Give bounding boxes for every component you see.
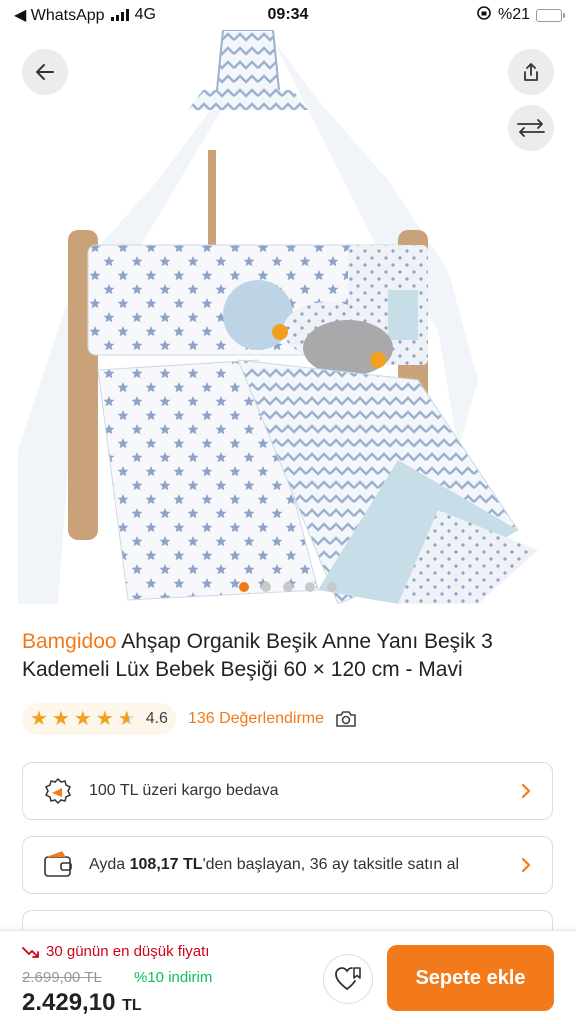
price-currency: TL (122, 997, 142, 1014)
chevron-right-icon (518, 783, 534, 799)
camera-icon[interactable] (334, 709, 358, 729)
review-count-link[interactable]: 136 Değerlendirme (188, 710, 324, 728)
gallery-dot[interactable] (327, 582, 337, 592)
star-icon: ★ (30, 708, 48, 730)
chevron-right-icon (518, 857, 534, 873)
rating-score: 4.6 (145, 710, 168, 727)
gallery-dot[interactable] (283, 582, 293, 592)
compare-button[interactable] (508, 105, 554, 151)
installment-amount: 108,17 TL (129, 856, 203, 873)
megaphone-icon (41, 774, 75, 808)
gallery-dot[interactable] (261, 582, 271, 592)
signal-icon (110, 9, 129, 21)
star-icon: ★ (51, 708, 70, 730)
back-to-app-link[interactable]: ◀ WhatsApp (14, 5, 105, 25)
share-button[interactable] (508, 49, 554, 95)
gallery-dot[interactable] (239, 582, 249, 592)
battery-percent: %21 (497, 6, 530, 23)
star-icon: ★ (73, 708, 92, 730)
trend-down-icon (22, 946, 39, 958)
half-star-icon: ★ (117, 708, 136, 730)
gallery-dot[interactable] (305, 582, 315, 592)
bottom-purchase-bar: 30 günün en düşük fiyatı 2.699,00 TL %10… (0, 930, 576, 1024)
lowest-price-badge: 30 günün en düşük fiyatı (22, 943, 209, 960)
price-value: 2.429,10 (22, 989, 116, 1016)
heart-bookmark-icon (335, 967, 361, 990)
installment-suffix: 'den başlayan, 36 ay taksitle satın al (202, 856, 460, 873)
old-price: 2.699,00 TL (22, 969, 102, 986)
free-shipping-card[interactable]: 100 TL üzeri kargo bedava (22, 762, 553, 820)
installment-card[interactable]: Ayda 108,17 TL'den başlayan, 36 ay taksi… (22, 836, 553, 894)
rating-pill[interactable]: ★ ★ ★ ★ ★ 4.6 (22, 703, 176, 735)
rating-row: ★ ★ ★ ★ ★ 4.6 136 Değerlendirme (22, 703, 358, 735)
lowest-price-label: 30 günün en düşük fiyatı (46, 943, 210, 960)
status-left: ◀ WhatsApp 4G (14, 5, 214, 25)
favorite-button[interactable] (323, 954, 373, 1004)
product-title: Bamgidoo Ahşap Organik Beşik Anne Yanı B… (22, 628, 552, 684)
battery-icon (536, 8, 565, 22)
star-icon: ★ (95, 708, 114, 730)
free-shipping-text: 100 TL üzeri kargo bedava (89, 782, 279, 799)
installment-prefix: Ayda (89, 856, 130, 873)
gallery-pagination[interactable] (18, 582, 558, 592)
status-right: %21 (362, 5, 565, 26)
wallet-icon (41, 848, 75, 882)
status-time: 09:34 (267, 6, 309, 23)
network-type: 4G (134, 6, 156, 23)
current-price: 2.429,10 TL (22, 989, 142, 1017)
brand-name[interactable]: Bamgidoo (22, 630, 117, 653)
status-bar: ◀ WhatsApp 4G 09:34 %21 (0, 0, 576, 30)
back-arrow-icon (36, 64, 54, 80)
back-button[interactable] (22, 49, 68, 95)
orientation-lock-icon (476, 5, 492, 26)
product-image (18, 30, 558, 604)
installment-text: Ayda 108,17 TL'den başlayan, 36 ay taksi… (89, 856, 518, 874)
product-image-gallery[interactable] (18, 30, 558, 604)
add-to-cart-button[interactable]: Sepete ekle (387, 945, 554, 1011)
compare-icon (517, 119, 545, 137)
discount-label: %10 indirim (134, 969, 213, 986)
share-icon (524, 63, 538, 81)
